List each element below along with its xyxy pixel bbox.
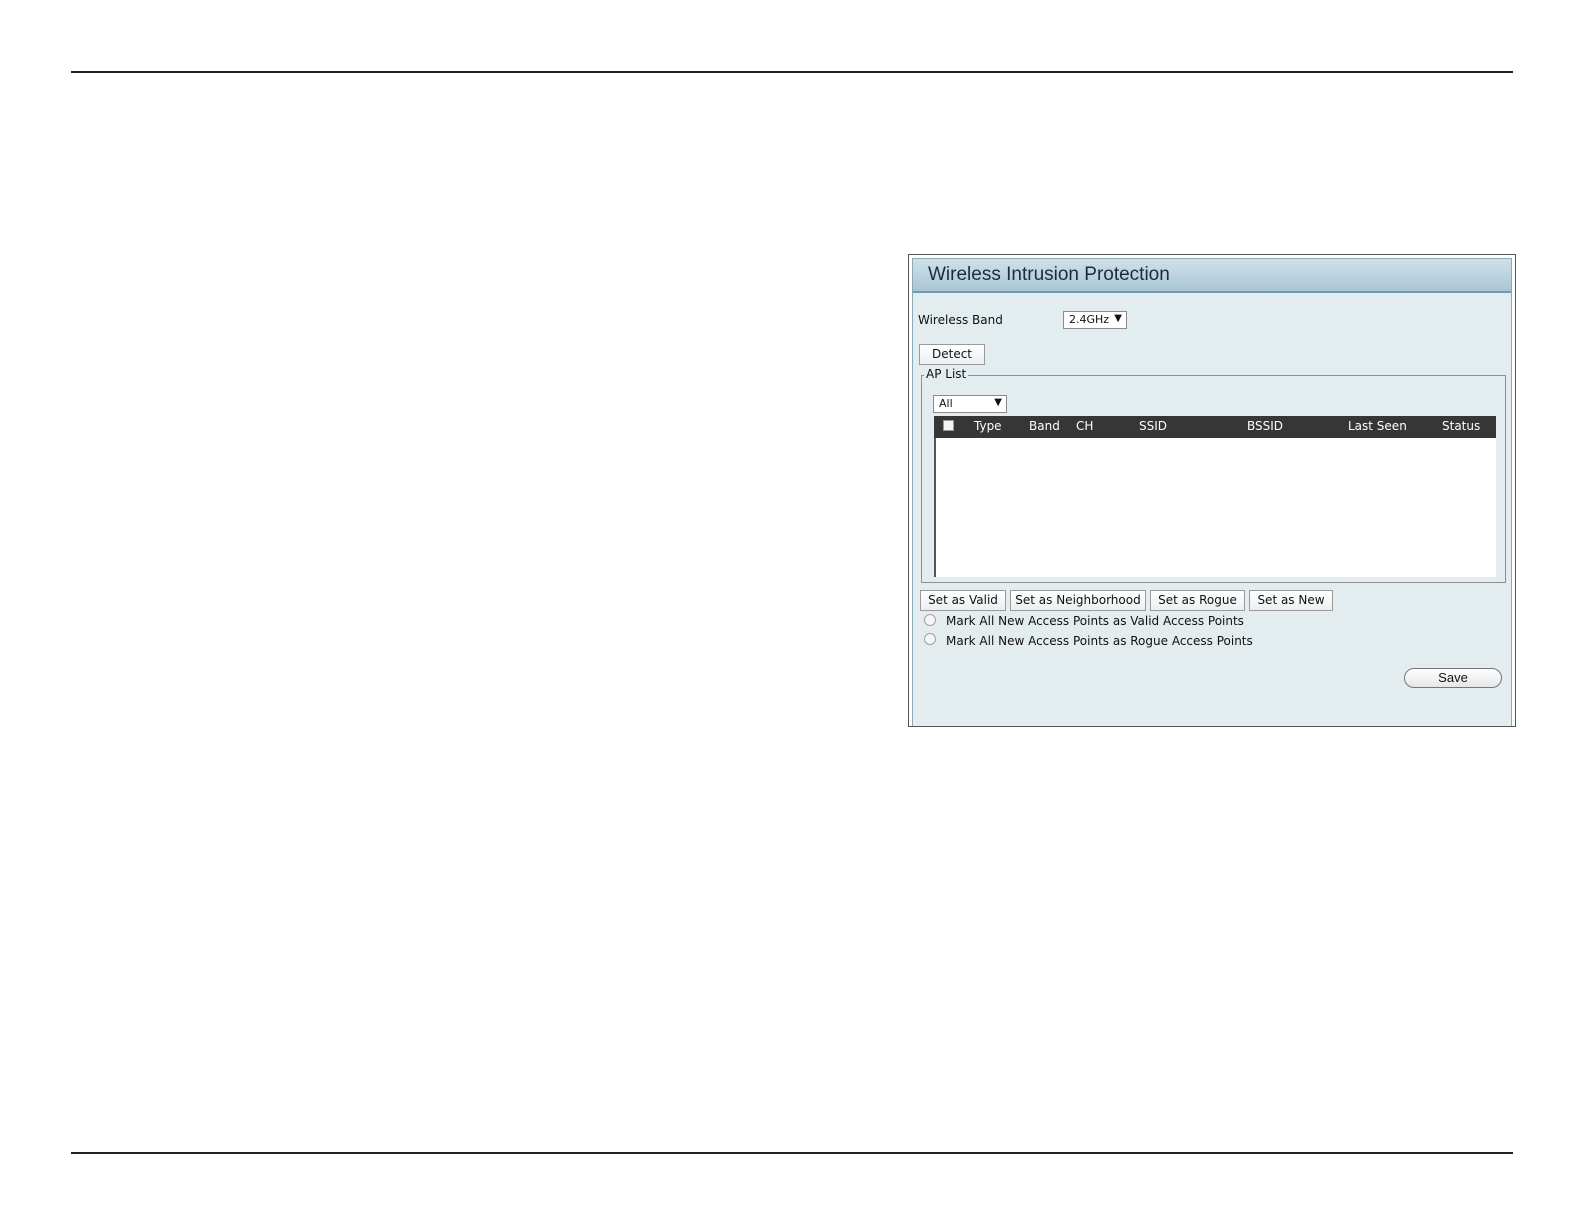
column-status: Status: [1442, 419, 1481, 433]
column-ch: CH: [1076, 419, 1094, 433]
wireless-band-value: 2.4GHz: [1069, 313, 1110, 326]
mark-valid-radio[interactable]: [924, 614, 936, 626]
ap-filter-select[interactable]: All ▼: [933, 395, 1007, 413]
mark-rogue-label: Mark All New Access Points as Rogue Acce…: [946, 634, 1253, 648]
set-as-rogue-button[interactable]: Set as Rogue: [1150, 590, 1245, 611]
panel-body: Wireless Intrusion Protection Wireless B…: [912, 258, 1512, 726]
ap-table-header: Type Band CH SSID BSSID Last Seen Status: [934, 416, 1496, 438]
set-as-new-button[interactable]: Set as New: [1249, 590, 1333, 611]
panel-title: Wireless Intrusion Protection: [928, 264, 1170, 285]
panel-title-bar: Wireless Intrusion Protection: [913, 259, 1511, 293]
ap-table-body: [934, 438, 1496, 577]
column-last-seen: Last Seen: [1348, 419, 1407, 433]
set-as-valid-button[interactable]: Set as Valid: [920, 590, 1006, 611]
wireless-band-label: Wireless Band: [918, 313, 1003, 327]
chevron-down-icon: ▼: [1114, 313, 1122, 324]
column-type: Type: [974, 419, 1002, 433]
mark-valid-label: Mark All New Access Points as Valid Acce…: [946, 614, 1244, 628]
bottom-rule: [71, 1152, 1513, 1154]
select-all-checkbox[interactable]: [943, 420, 954, 431]
top-rule: [71, 71, 1513, 73]
ap-list-legend: AP List: [924, 367, 969, 381]
save-button[interactable]: Save: [1404, 668, 1502, 688]
set-as-neighborhood-button[interactable]: Set as Neighborhood: [1010, 590, 1146, 611]
column-bssid: BSSID: [1247, 419, 1284, 433]
column-band: Band: [1029, 419, 1060, 433]
chevron-down-icon: ▼: [994, 397, 1002, 408]
wireless-intrusion-protection-panel: Wireless Intrusion Protection Wireless B…: [908, 254, 1516, 727]
wireless-band-select[interactable]: 2.4GHz ▼: [1063, 311, 1127, 329]
ap-filter-value: All: [939, 397, 953, 410]
mark-rogue-radio[interactable]: [924, 633, 936, 645]
detect-button[interactable]: Detect: [919, 344, 985, 365]
column-ssid: SSID: [1139, 419, 1168, 433]
